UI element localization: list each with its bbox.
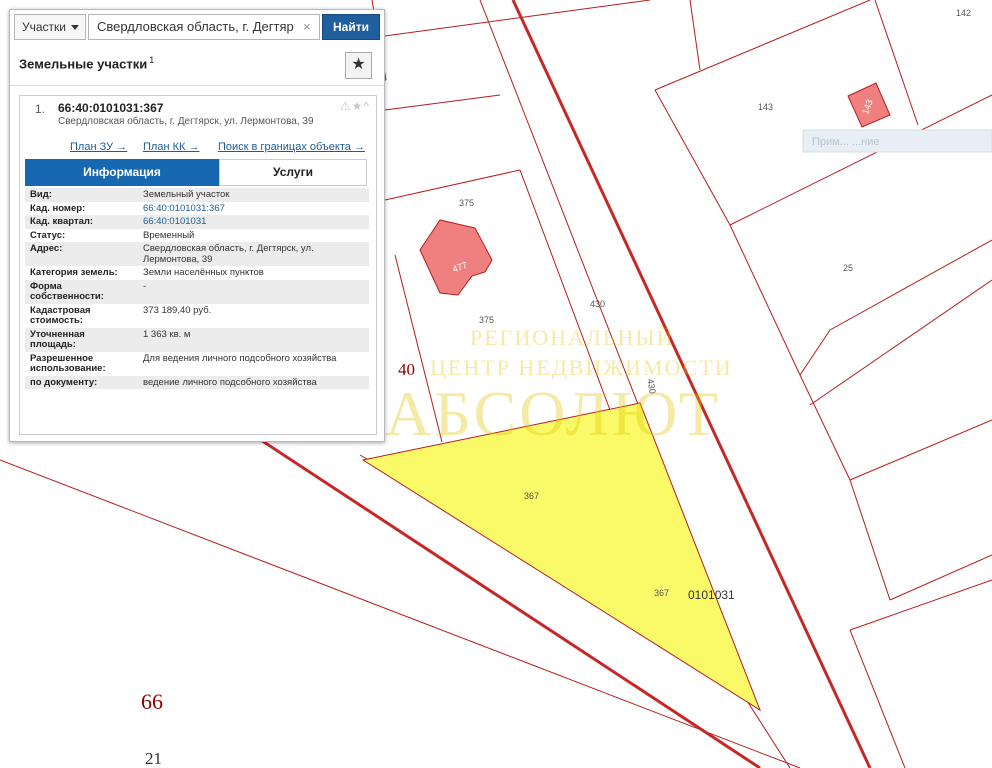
quarter-label: 0101031 xyxy=(688,588,735,602)
search-type-select[interactable]: Участки xyxy=(14,14,86,40)
info-row: Статус: Временный xyxy=(25,229,369,243)
selected-parcel-367[interactable] xyxy=(361,402,762,712)
district-label-40: 40 xyxy=(398,360,415,379)
result-cadastral-number[interactable]: 66:40:0101031:367 xyxy=(58,101,163,115)
info-key: Статус: xyxy=(30,229,66,241)
plan-kk-link[interactable]: План КК → xyxy=(143,141,199,153)
svg-text:АБСОЛЮТ: АБСОЛЮТ xyxy=(385,378,721,449)
search-row: Участки Свердловская область, г. Дегтяр … xyxy=(14,14,380,40)
building-477[interactable] xyxy=(419,219,493,296)
info-value: - xyxy=(143,280,147,292)
info-value: 1 363 кв. м xyxy=(143,328,191,340)
info-row: Форма собственности: - xyxy=(25,279,369,304)
tab-services[interactable]: Услуги xyxy=(219,159,367,186)
info-key: Кад. квартал: xyxy=(30,216,94,227)
info-key: Адрес: xyxy=(30,243,63,254)
info-row: Уточненная площадь: 1 363 кв. м xyxy=(25,327,369,352)
svg-text:ЦЕНТР НЕДВИЖИМОСТИ: ЦЕНТР НЕДВИЖИМОСТИ xyxy=(430,355,733,380)
info-row: Кадастровая стоимость: 373 189,40 руб. xyxy=(25,304,369,328)
star-icon: ★ xyxy=(351,56,366,73)
parcel-label-142: 142 xyxy=(956,8,971,18)
info-row: по документу: ведение личного подсобного … xyxy=(25,375,369,389)
info-value[interactable]: 66:40:0101031:367 xyxy=(138,202,369,216)
parcel-label-375b: 375 xyxy=(479,315,494,325)
parcel-label-375a: 375 xyxy=(459,198,474,208)
result-tabs: Информация Услуги xyxy=(25,159,369,186)
results-title: Земельные участки 1 xyxy=(19,55,154,71)
parcel-label-25: 25 xyxy=(843,263,853,273)
info-row: Категория земель: Земли населённых пункто… xyxy=(25,266,369,280)
result-index: 1. xyxy=(35,102,46,116)
results-count: 1 xyxy=(149,55,155,65)
info-value: ведение личного подсобного хозяйства xyxy=(143,376,317,388)
info-key: Разрешенное использование: xyxy=(30,352,106,374)
info-value: 373 189,40 руб. xyxy=(143,304,212,316)
results-title-text: Земельные участки xyxy=(19,56,148,72)
info-value: Свердловская область, г. Дегтярск, ул. Л… xyxy=(143,243,314,265)
info-value: Земельный участок xyxy=(143,189,230,200)
plan-zu-link[interactable]: План ЗУ → xyxy=(70,141,127,153)
info-key: по документу: xyxy=(30,376,98,388)
info-row: Кад. номер: 66:40:0101031:367 xyxy=(25,202,369,216)
info-key: Вид: xyxy=(30,189,52,200)
info-key: Категория земель: xyxy=(30,267,118,278)
divider xyxy=(10,85,384,86)
search-button[interactable]: Найти xyxy=(322,14,380,40)
info-row: Вид: Земельный участок xyxy=(25,188,369,202)
search-input[interactable]: Свердловская область, г. Дегтяр xyxy=(88,14,320,40)
ghost-chip-text: Прим... ...ние xyxy=(812,136,879,148)
info-row: Адрес: Свердловская область, г. Дегтярск,… xyxy=(25,242,369,266)
tab-information[interactable]: Информация xyxy=(25,159,219,186)
svg-text:РЕГИОНАЛЬНЫЙ: РЕГИОНАЛЬНЫЙ xyxy=(470,325,674,350)
info-row: Разрешенное использование: Для ведения ли… xyxy=(25,352,369,376)
result-action-icons[interactable]: ⚠★^ xyxy=(340,99,370,113)
district-label-21: 21 xyxy=(145,749,162,768)
search-in-bounds-link[interactable]: Поиск в границах объекта → xyxy=(218,141,365,153)
info-key: Форма собственности: xyxy=(30,280,104,302)
info-value[interactable]: 66:40:0101031 xyxy=(138,215,369,229)
result-card: 1. 66:40:0101031:367 ⚠★^ Свердловская об… xyxy=(19,95,377,435)
info-table: Вид: Земельный участок Кад. номер: 66:40:01… xyxy=(25,188,369,389)
search-type-label: Участки xyxy=(22,20,66,34)
info-key: Уточненная площадь: xyxy=(30,328,85,350)
info-key: Кадастровая стоимость: xyxy=(30,304,91,326)
parcel-label-367b: 367 xyxy=(654,588,669,598)
clear-icon[interactable]: × xyxy=(303,19,311,34)
parcel-label-143: 143 xyxy=(758,102,773,112)
info-value: Земли населённых пунктов xyxy=(143,267,264,278)
search-panel: Участки Свердловская область, г. Дегтяр … xyxy=(9,9,385,442)
chevron-down-icon xyxy=(71,25,79,30)
parcel-label-430a: 430 xyxy=(590,299,605,309)
parcel-label-367a: 367 xyxy=(524,491,539,501)
info-key: Кад. номер: xyxy=(30,202,86,214)
info-row: Кад. квартал: 66:40:0101031 xyxy=(25,215,369,229)
info-value: Временный xyxy=(143,229,195,241)
favorites-button[interactable]: ★ xyxy=(345,52,372,79)
info-value: Для ведения личного подсобного хозяйства xyxy=(143,352,337,364)
result-address: Свердловская область, г. Дегтярск, ул. Л… xyxy=(58,116,314,127)
district-label-66: 66 xyxy=(141,689,163,714)
